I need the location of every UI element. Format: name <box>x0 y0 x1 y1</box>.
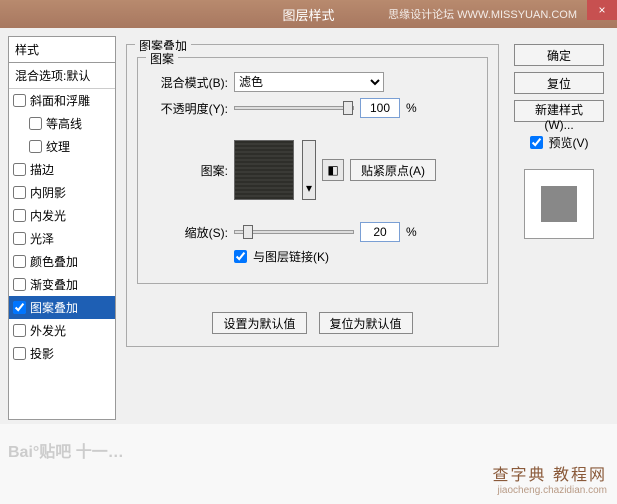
pattern-group: 图案 混合模式(B): 滤色 不透明度(Y): % 图案: <box>137 57 488 284</box>
snap-origin-button[interactable]: 贴紧原点(A) <box>350 159 436 181</box>
style-checkbox[interactable] <box>13 278 26 291</box>
style-label: 渐变叠加 <box>30 276 78 293</box>
link-layer-label: 与图层链接(K) <box>253 248 329 265</box>
style-label: 描边 <box>30 161 54 178</box>
set-default-button[interactable]: 设置为默认值 <box>212 312 306 334</box>
group-title-inner: 图案 <box>146 50 178 67</box>
watermark-bottom-right: 查字典 教程网 jiaocheng.chazidian.com <box>493 461 607 496</box>
styles-header: 样式 <box>9 37 115 63</box>
preview-swatch <box>541 186 577 222</box>
style-item[interactable]: 外发光 <box>9 319 115 342</box>
style-label: 光泽 <box>30 230 54 247</box>
opacity-input[interactable] <box>360 98 400 118</box>
style-item[interactable]: 图案叠加 <box>9 296 115 319</box>
style-item[interactable]: 渐变叠加 <box>9 273 115 296</box>
style-checkbox[interactable] <box>13 163 26 176</box>
style-checkbox[interactable] <box>13 186 26 199</box>
style-checkbox[interactable] <box>13 324 26 337</box>
style-label: 外发光 <box>30 322 66 339</box>
opacity-unit: % <box>406 101 417 115</box>
scale-input[interactable] <box>360 222 400 242</box>
style-label: 等高线 <box>46 115 82 132</box>
titlebar: 图层样式 思缘设计论坛 WWW.MISSYUAN.COM × <box>0 0 617 28</box>
pattern-label: 图案: <box>148 162 228 179</box>
site-watermark: 思缘设计论坛 WWW.MISSYUAN.COM <box>388 6 577 22</box>
close-button[interactable]: × <box>587 0 617 20</box>
styles-panel: 样式 混合选项:默认 斜面和浮雕等高线纹理描边内阴影内发光光泽颜色叠加渐变叠加图… <box>8 36 116 420</box>
link-layer-checkbox[interactable] <box>234 250 247 263</box>
style-checkbox[interactable] <box>13 232 26 245</box>
style-label: 纹理 <box>46 138 70 155</box>
style-label: 内发光 <box>30 207 66 224</box>
footer: Bai°贴吧 十一… 查字典 教程网 jiaocheng.chazidian.c… <box>0 424 617 504</box>
style-item[interactable]: 投影 <box>9 342 115 365</box>
style-label: 图案叠加 <box>30 299 78 316</box>
style-checkbox[interactable] <box>13 209 26 222</box>
style-checkbox[interactable] <box>13 94 26 107</box>
blend-mode-label: 混合模式(B): <box>148 74 228 91</box>
style-item[interactable]: 内阴影 <box>9 181 115 204</box>
new-style-button[interactable]: 新建样式(W)... <box>514 100 604 122</box>
chevron-down-icon: ▾ <box>306 181 312 195</box>
style-item[interactable]: 斜面和浮雕 <box>9 89 115 112</box>
style-label: 颜色叠加 <box>30 253 78 270</box>
reset-default-button[interactable]: 复位为默认值 <box>319 312 413 334</box>
pattern-dropdown[interactable]: ▾ <box>302 140 316 200</box>
style-item[interactable]: 纹理 <box>9 135 115 158</box>
scale-unit: % <box>406 225 417 239</box>
dialog-title: 图层样式 <box>282 5 334 24</box>
style-checkbox[interactable] <box>13 301 26 314</box>
style-item[interactable]: 颜色叠加 <box>9 250 115 273</box>
opacity-label: 不透明度(Y): <box>148 100 228 117</box>
cancel-button[interactable]: 复位 <box>514 72 604 94</box>
watermark-bottom-left: Bai°贴吧 十一… <box>8 438 124 462</box>
style-checkbox[interactable] <box>29 140 42 153</box>
preview-checkbox[interactable] <box>530 136 543 149</box>
style-item[interactable]: 光泽 <box>9 227 115 250</box>
style-item[interactable]: 内发光 <box>9 204 115 227</box>
pattern-overlay-group: 图案叠加 图案 混合模式(B): 滤色 不透明度(Y): % <box>126 44 499 347</box>
new-preset-icon[interactable]: ◧ <box>322 159 344 181</box>
style-checkbox[interactable] <box>13 255 26 268</box>
style-label: 斜面和浮雕 <box>30 92 90 109</box>
style-item[interactable]: 描边 <box>9 158 115 181</box>
right-panel: 确定 复位 新建样式(W)... 预览(V) <box>509 36 609 420</box>
blend-options-default[interactable]: 混合选项:默认 <box>9 63 115 89</box>
blend-mode-select[interactable]: 滤色 <box>234 72 384 92</box>
close-icon: × <box>598 3 605 17</box>
preview-box <box>524 169 594 239</box>
style-checkbox[interactable] <box>29 117 42 130</box>
style-label: 投影 <box>30 345 54 362</box>
pattern-swatch[interactable] <box>234 140 294 200</box>
scale-label: 缩放(S): <box>148 224 228 241</box>
style-checkbox[interactable] <box>13 347 26 360</box>
scale-slider[interactable] <box>234 230 354 234</box>
style-label: 内阴影 <box>30 184 66 201</box>
preview-label: 预览(V) <box>549 134 589 151</box>
style-item[interactable]: 等高线 <box>9 112 115 135</box>
opacity-slider[interactable] <box>234 106 354 110</box>
ok-button[interactable]: 确定 <box>514 44 604 66</box>
center-panel: 图案叠加 图案 混合模式(B): 滤色 不透明度(Y): % <box>116 36 509 420</box>
